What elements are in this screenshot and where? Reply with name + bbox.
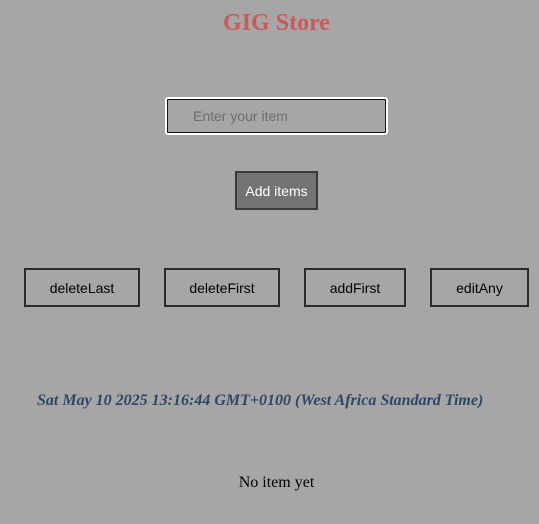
current-datetime: Sat May 10 2025 13:16:44 GMT+0100 (West …	[37, 392, 484, 409]
item-input[interactable]	[165, 97, 388, 135]
empty-items-message: No item yet	[238, 474, 315, 491]
add-items-button[interactable]: Add items	[235, 171, 318, 210]
delete-last-button[interactable]: deleteLast	[24, 268, 140, 307]
store-title: GIG Store	[223, 10, 330, 36]
edit-any-button[interactable]: editAny	[430, 268, 529, 307]
add-first-button[interactable]: addFirst	[304, 268, 406, 307]
delete-first-button[interactable]: deleteFirst	[164, 268, 280, 307]
